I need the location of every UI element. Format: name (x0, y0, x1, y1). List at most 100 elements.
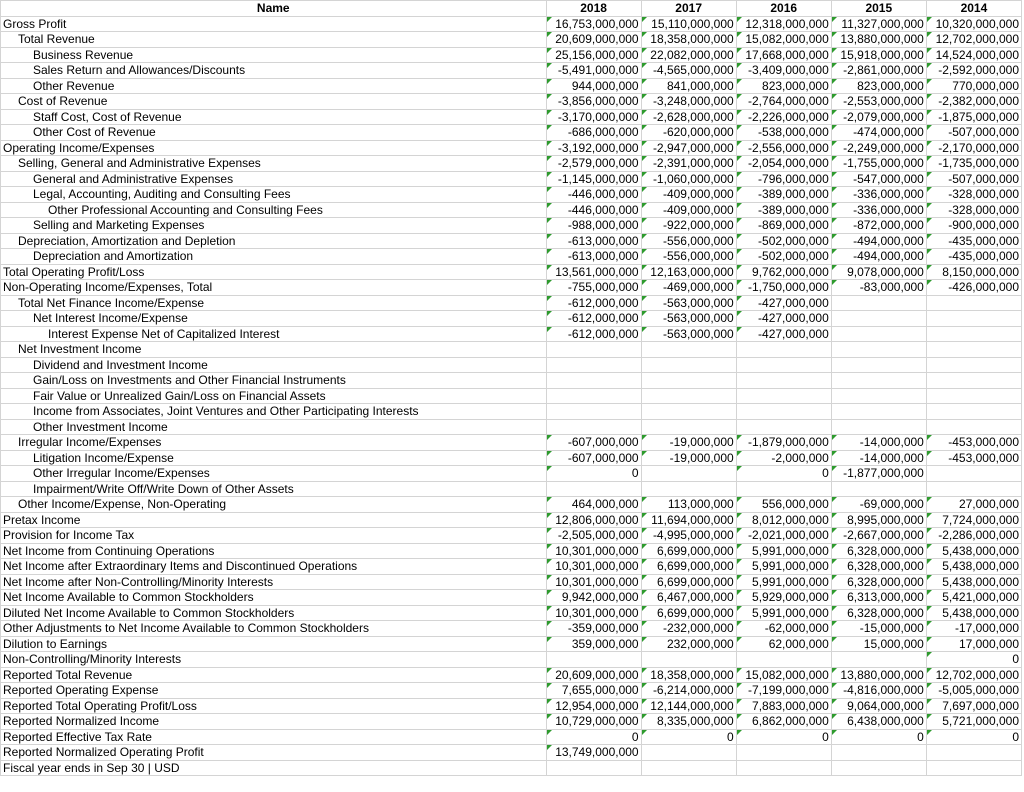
value-cell[interactable]: -232,000,000 (640, 620, 737, 637)
value-cell[interactable]: 8,995,000,000 (830, 511, 927, 528)
value-cell[interactable]: -563,000,000 (640, 325, 737, 342)
value-cell[interactable] (735, 356, 832, 373)
value-cell[interactable] (640, 759, 737, 776)
header-year-cell[interactable]: 2018 (545, 0, 642, 17)
value-cell[interactable]: -796,000,000 (735, 170, 832, 187)
value-cell[interactable]: -17,000,000 (925, 620, 1023, 637)
value-cell[interactable]: 9,942,000,000 (545, 589, 642, 606)
value-cell[interactable] (830, 325, 927, 342)
value-cell[interactable]: -2,000,000 (735, 449, 832, 466)
value-cell[interactable]: -2,021,000,000 (735, 527, 832, 544)
value-cell[interactable]: 15,082,000,000 (735, 666, 832, 683)
header-year-cell[interactable]: 2017 (640, 0, 737, 17)
value-cell[interactable]: -922,000,000 (640, 217, 737, 234)
value-cell[interactable]: -556,000,000 (640, 248, 737, 265)
row-label-cell[interactable]: Interest Expense Net of Capitalized Inte… (0, 325, 547, 342)
value-cell[interactable] (925, 418, 1023, 435)
value-cell[interactable] (545, 387, 642, 404)
row-label-cell[interactable]: General and Administrative Expenses (0, 170, 547, 187)
value-cell[interactable]: 9,762,000,000 (735, 263, 832, 280)
value-cell[interactable]: 0 (545, 728, 642, 745)
value-cell[interactable]: 17,668,000,000 (735, 46, 832, 63)
row-label-cell[interactable]: Other Irregular Income/Expenses (0, 465, 547, 482)
row-label-cell[interactable]: Dilution to Earnings (0, 635, 547, 652)
value-cell[interactable] (830, 341, 927, 358)
row-label-cell[interactable]: Non-Controlling/Minority Interests (0, 651, 547, 668)
row-label-cell[interactable]: Staff Cost, Cost of Revenue (0, 108, 547, 125)
value-cell[interactable]: 15,918,000,000 (830, 46, 927, 63)
value-cell[interactable] (925, 325, 1023, 342)
value-cell[interactable]: -453,000,000 (925, 449, 1023, 466)
value-cell[interactable]: 10,301,000,000 (545, 542, 642, 559)
value-cell[interactable] (545, 341, 642, 358)
value-cell[interactable]: 18,358,000,000 (640, 666, 737, 683)
value-cell[interactable]: 10,320,000,000 (925, 15, 1023, 32)
row-label-cell[interactable]: Total Operating Profit/Loss (0, 263, 547, 280)
value-cell[interactable]: -14,000,000 (830, 449, 927, 466)
value-cell[interactable]: -507,000,000 (925, 170, 1023, 187)
value-cell[interactable]: 232,000,000 (640, 635, 737, 652)
value-cell[interactable]: 5,438,000,000 (925, 573, 1023, 590)
row-label-cell[interactable]: Net Income from Continuing Operations (0, 542, 547, 559)
value-cell[interactable]: 113,000,000 (640, 496, 737, 513)
value-cell[interactable]: -3,248,000,000 (640, 93, 737, 110)
value-cell[interactable]: 5,991,000,000 (735, 558, 832, 575)
value-cell[interactable]: 5,421,000,000 (925, 589, 1023, 606)
row-label-cell[interactable]: Fair Value or Unrealized Gain/Loss on Fi… (0, 387, 547, 404)
value-cell[interactable]: -2,505,000,000 (545, 527, 642, 544)
value-cell[interactable]: 0 (735, 465, 832, 482)
value-cell[interactable]: -620,000,000 (640, 124, 737, 141)
value-cell[interactable]: -3,192,000,000 (545, 139, 642, 156)
row-label-cell[interactable]: Depreciation and Amortization (0, 248, 547, 265)
value-cell[interactable]: 0 (830, 728, 927, 745)
value-cell[interactable]: 6,438,000,000 (830, 713, 927, 730)
value-cell[interactable]: -5,005,000,000 (925, 682, 1023, 699)
value-cell[interactable]: 5,991,000,000 (735, 542, 832, 559)
value-cell[interactable]: -2,226,000,000 (735, 108, 832, 125)
value-cell[interactable]: -547,000,000 (830, 170, 927, 187)
value-cell[interactable] (735, 341, 832, 358)
value-cell[interactable]: -2,249,000,000 (830, 139, 927, 156)
value-cell[interactable]: -755,000,000 (545, 279, 642, 296)
value-cell[interactable]: 7,697,000,000 (925, 697, 1023, 714)
value-cell[interactable]: 359,000,000 (545, 635, 642, 652)
value-cell[interactable] (830, 294, 927, 311)
value-cell[interactable]: 10,301,000,000 (545, 573, 642, 590)
value-cell[interactable] (830, 651, 927, 668)
value-cell[interactable]: 823,000,000 (735, 77, 832, 94)
value-cell[interactable]: 5,721,000,000 (925, 713, 1023, 730)
value-cell[interactable]: -4,565,000,000 (640, 62, 737, 79)
value-cell[interactable]: 6,467,000,000 (640, 589, 737, 606)
value-cell[interactable]: -69,000,000 (830, 496, 927, 513)
value-cell[interactable]: -2,579,000,000 (545, 155, 642, 172)
row-label-cell[interactable]: Reported Normalized Income (0, 713, 547, 730)
value-cell[interactable]: -7,199,000,000 (735, 682, 832, 699)
value-cell[interactable]: -494,000,000 (830, 232, 927, 249)
value-cell[interactable]: 841,000,000 (640, 77, 737, 94)
value-cell[interactable]: -1,877,000,000 (830, 465, 927, 482)
value-cell[interactable]: -3,409,000,000 (735, 62, 832, 79)
value-cell[interactable]: 10,301,000,000 (545, 558, 642, 575)
value-cell[interactable]: -502,000,000 (735, 248, 832, 265)
value-cell[interactable]: -83,000,000 (830, 279, 927, 296)
value-cell[interactable]: 6,328,000,000 (830, 604, 927, 621)
value-cell[interactable]: 10,301,000,000 (545, 604, 642, 621)
value-cell[interactable]: 17,000,000 (925, 635, 1023, 652)
value-cell[interactable]: 6,699,000,000 (640, 558, 737, 575)
value-cell[interactable] (925, 480, 1023, 497)
row-label-cell[interactable]: Legal, Accounting, Auditing and Consulti… (0, 186, 547, 203)
header-year-cell[interactable]: 2014 (925, 0, 1023, 17)
value-cell[interactable]: -613,000,000 (545, 232, 642, 249)
value-cell[interactable]: -1,879,000,000 (735, 434, 832, 451)
value-cell[interactable] (830, 372, 927, 389)
value-cell[interactable]: -4,995,000,000 (640, 527, 737, 544)
value-cell[interactable]: -2,079,000,000 (830, 108, 927, 125)
value-cell[interactable]: 556,000,000 (735, 496, 832, 513)
value-cell[interactable] (925, 759, 1023, 776)
row-label-cell[interactable]: Gross Profit (0, 15, 547, 32)
row-label-cell[interactable]: Impairment/Write Off/Write Down of Other… (0, 480, 547, 497)
row-label-cell[interactable]: Selling, General and Administrative Expe… (0, 155, 547, 172)
value-cell[interactable] (545, 418, 642, 435)
value-cell[interactable]: -426,000,000 (925, 279, 1023, 296)
value-cell[interactable] (640, 372, 737, 389)
